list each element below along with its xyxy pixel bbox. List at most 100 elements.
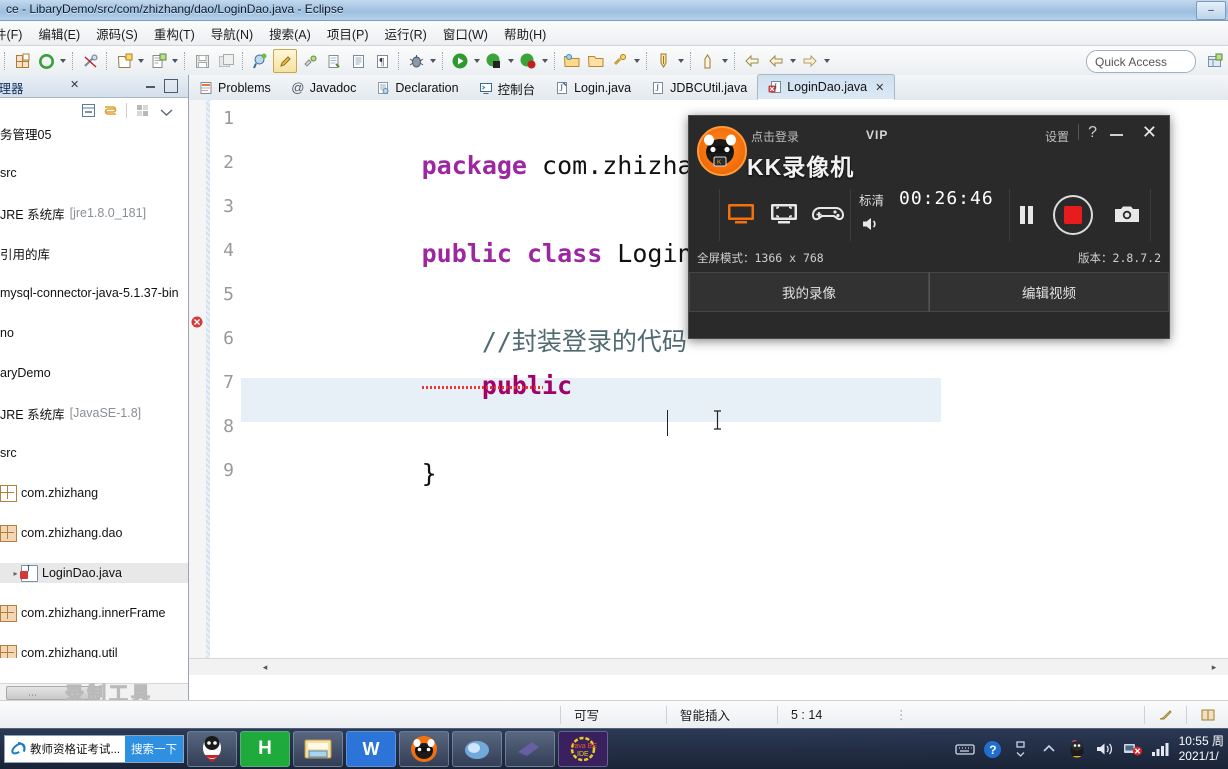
open-type-icon[interactable] [347, 50, 369, 72]
tree-item-logindao[interactable]: ▸ LoginDao.java [0, 563, 188, 583]
tree-item[interactable]: mysql-connector-java-5.1.37-bin [0, 283, 188, 303]
package-explorer-tree[interactable]: 务管理05 src JRE 系统库 [jre1.8.0_181] 引用的库 my… [0, 123, 188, 658]
taskbar-app-wps[interactable]: W [346, 731, 396, 767]
scroll-right-icon[interactable]: ▸ [1208, 661, 1220, 673]
kk-close-button[interactable]: ✕ [1142, 123, 1157, 141]
new-class-icon[interactable] [147, 50, 169, 72]
kk-help-button[interactable]: ? [1088, 124, 1097, 142]
new-java-project-dropdown-icon[interactable] [136, 50, 146, 72]
scroll-left-icon[interactable]: ◂ [259, 661, 271, 673]
status-book-icon[interactable] [1188, 701, 1228, 728]
debug-icon[interactable] [405, 50, 427, 72]
tree-item[interactable]: src [0, 163, 188, 183]
tree-item[interactable]: 引用的库 [0, 243, 188, 263]
tab-javadoc[interactable]: @ Javadoc [281, 76, 367, 100]
minimize-button[interactable]: – [1196, 1, 1226, 20]
taskbar-app-shape[interactable] [505, 731, 555, 767]
refresh-dropdown-icon[interactable] [58, 50, 68, 72]
tree-item[interactable]: JRE 系统库 [JavaSE-1.8] [0, 403, 188, 423]
taskbar-app-qq[interactable] [187, 731, 237, 767]
next-annotation-dropdown-icon[interactable] [676, 50, 686, 72]
tab-close-icon[interactable]: ✕ [875, 81, 884, 94]
tree-item[interactable]: com.zhizhang [0, 483, 188, 503]
tree-item[interactable]: no [0, 323, 188, 343]
menu-item-run[interactable]: 运行(R) [376, 21, 434, 45]
taskbar-app-huawei[interactable]: H [240, 731, 290, 767]
toggle-breakpoint-icon[interactable] [79, 50, 101, 72]
profile-dropdown-icon[interactable] [540, 50, 550, 72]
menu-item-help[interactable]: 帮助(H) [496, 21, 554, 45]
ie-search-box[interactable]: 教师资格证考试... 搜索一下 [4, 735, 184, 763]
kk-edit-video-button[interactable]: 编辑视频 [929, 272, 1169, 312]
taskbar-app-cloud[interactable] [452, 731, 502, 767]
tab-declaration[interactable]: Declaration [366, 76, 468, 100]
link-with-editor-icon[interactable] [102, 102, 119, 122]
show-hidden-icon[interactable] [1011, 739, 1031, 759]
previous-annotation-dropdown-icon[interactable] [720, 50, 730, 72]
run-as-dropdown-icon[interactable] [506, 50, 516, 72]
speaker-icon[interactable] [861, 215, 881, 233]
network-icon[interactable] [1123, 739, 1143, 759]
open-perspective-icon[interactable] [1203, 50, 1225, 72]
forward-dropdown-icon[interactable] [822, 50, 832, 72]
taskbar-app-kk-recorder[interactable] [399, 731, 449, 767]
kk-vip-label[interactable]: VIP [866, 128, 888, 142]
view-menu-icon[interactable] [160, 106, 173, 120]
search-icon[interactable] [249, 50, 271, 72]
tree-item[interactable]: src [0, 443, 188, 463]
volume-icon[interactable] [1095, 739, 1115, 759]
back-dropdown-icon[interactable] [788, 50, 798, 72]
collapse-all-icon[interactable] [80, 102, 97, 122]
forward-nav-icon[interactable] [799, 50, 821, 72]
status-smart-insert-icon[interactable] [1146, 701, 1186, 728]
signal-icon[interactable] [1151, 739, 1171, 759]
tab-login-java[interactable]: J Login.java [545, 76, 641, 100]
back-icon[interactable] [741, 50, 763, 72]
editor-marker-bar[interactable] [189, 100, 207, 675]
tree-item[interactable]: com.zhizhang.dao [0, 523, 188, 543]
pause-icon[interactable] [1020, 206, 1034, 224]
refresh-icon[interactable] [35, 50, 57, 72]
error-marker-icon[interactable] [191, 316, 203, 328]
menu-item-window[interactable]: 窗口(W) [435, 21, 496, 45]
qq-penguin-icon[interactable] [1067, 739, 1087, 759]
scrollbar-thumb[interactable] [6, 686, 100, 700]
package-explorer-close-icon[interactable]: ✕ [70, 78, 79, 91]
menu-item-source[interactable]: 源码(S) [88, 21, 146, 45]
profile-icon[interactable] [517, 50, 539, 72]
run-dropdown-icon[interactable] [472, 50, 482, 72]
menu-item-project[interactable]: 项目(P) [319, 21, 377, 45]
link-dropdown-icon[interactable] [632, 50, 642, 72]
taskbar-app-eclipse-javaee[interactable]: Java EE IDE [558, 731, 608, 767]
kk-quality-label[interactable]: 标清 [859, 190, 884, 209]
previous-annotation-icon[interactable] [697, 50, 719, 72]
run-icon[interactable] [449, 50, 471, 72]
maximize-view-icon[interactable] [164, 79, 178, 93]
build-icon[interactable] [323, 50, 345, 72]
tree-item[interactable]: com.zhizhang.innerFrame [0, 603, 188, 623]
quick-access-input[interactable]: Quick Access [1086, 50, 1196, 73]
tree-item[interactable]: 务管理05 [0, 123, 188, 143]
minimize-view-icon[interactable] [144, 79, 158, 91]
tree-item[interactable]: com.zhizhang.util [0, 643, 188, 658]
new-class-dropdown-icon[interactable] [170, 50, 180, 72]
new-wizard-icon[interactable] [11, 50, 33, 72]
keyboard-icon[interactable] [954, 739, 975, 759]
kk-my-videos-button[interactable]: 我的录像 [689, 272, 929, 312]
editor-hscrollbar[interactable]: ◂ ▸ [189, 658, 1228, 675]
menu-item-edit[interactable]: 编辑(E) [30, 21, 88, 45]
open-folder-icon[interactable] [561, 50, 583, 72]
menu-item-search[interactable]: 搜索(A) [261, 21, 319, 45]
debug-dropdown-icon[interactable] [428, 50, 438, 72]
arrow-up-icon[interactable] [1039, 739, 1059, 759]
edit-icon[interactable] [273, 49, 297, 73]
tree-item[interactable]: aryDemo [0, 363, 188, 383]
monitor-icon[interactable] [726, 202, 756, 229]
kk-login-link[interactable]: 点击登录 [751, 128, 799, 145]
tab-problems[interactable]: Problems [189, 76, 281, 100]
help-icon[interactable]: ? [983, 739, 1003, 759]
external-tools-icon[interactable] [299, 50, 321, 72]
kk-recorder-window[interactable]: K 点击登录 VIP 设置 ? ✕ KK录像机 标清 00:26:46 全屏模式… [688, 115, 1170, 339]
tab-console[interactable]: 控制台 [469, 76, 546, 100]
kk-settings-button[interactable]: 设置 [1045, 128, 1069, 145]
